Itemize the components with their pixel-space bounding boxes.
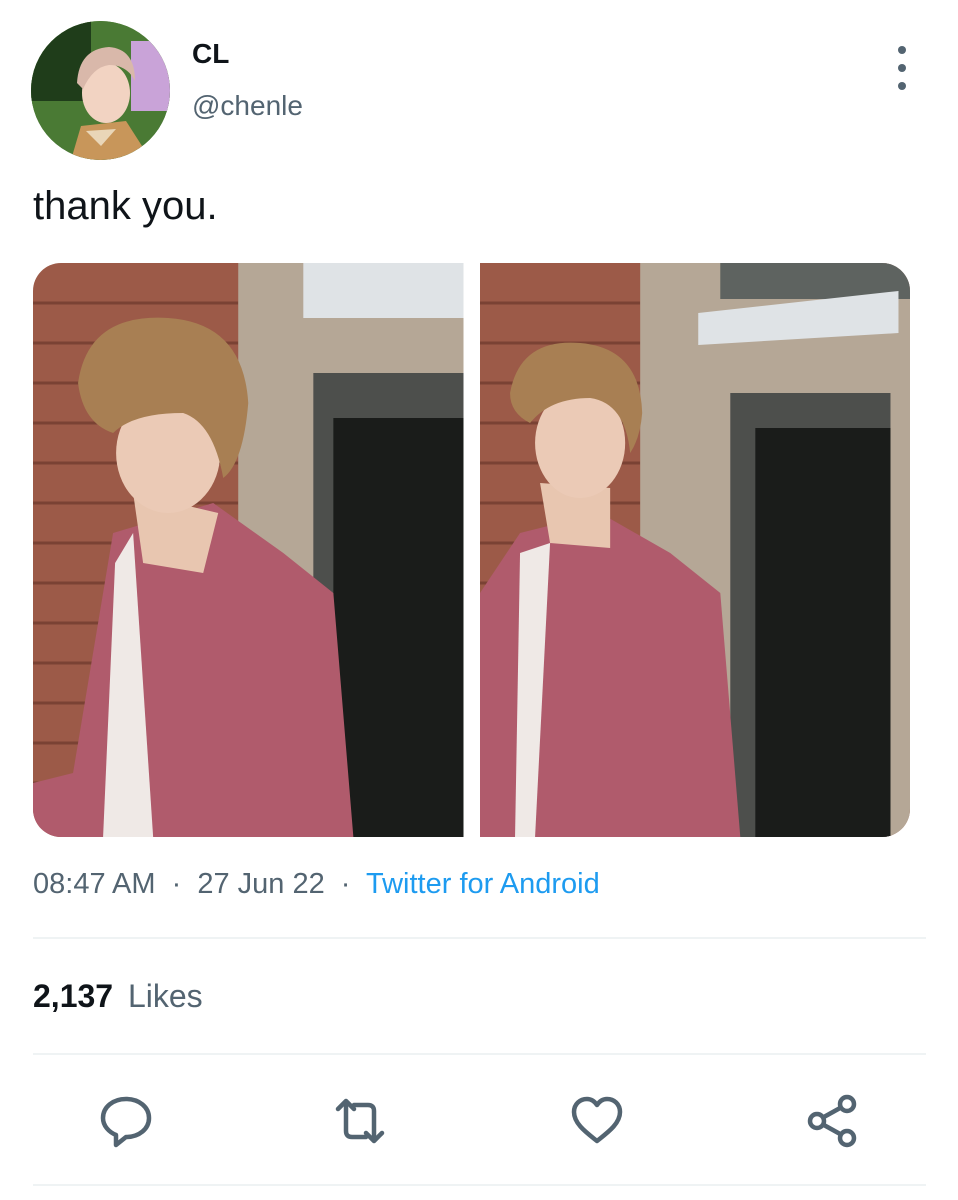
media-grid — [33, 263, 910, 837]
retweet-button[interactable] — [332, 1093, 388, 1149]
tweet-metadata: 08:47 AM · 27 Jun 22 · Twitter for Andro… — [33, 868, 600, 901]
divider — [33, 1184, 926, 1186]
photo-front-view — [479, 263, 910, 837]
share-button[interactable] — [805, 1093, 861, 1149]
more-dot-icon — [898, 82, 906, 90]
reply-button[interactable] — [98, 1093, 154, 1149]
likes-link[interactable]: 2,137 Likes — [33, 978, 203, 1015]
divider — [33, 1053, 926, 1055]
heart-icon — [571, 1096, 623, 1144]
more-dot-icon — [898, 46, 906, 54]
separator: · — [340, 868, 351, 900]
retweet-icon — [335, 1098, 385, 1144]
handle[interactable]: @chenle — [192, 90, 303, 122]
tweet-source-link[interactable]: Twitter for Android — [366, 868, 600, 900]
display-name[interactable]: CL — [192, 38, 229, 70]
media-photo-1[interactable] — [33, 263, 464, 837]
like-button[interactable] — [569, 1093, 625, 1149]
likes-count: 2,137 — [33, 978, 114, 1014]
tweet: CL @chenle thank you. 08:47 AM · 27 Jun … — [0, 0, 958, 1200]
more-dot-icon — [898, 64, 906, 72]
speech-bubble-icon — [100, 1096, 152, 1148]
media-photo-2[interactable] — [479, 263, 910, 837]
share-icon — [807, 1094, 857, 1148]
separator: · — [171, 868, 182, 900]
photo-profile-view — [33, 263, 464, 837]
avatar[interactable] — [31, 21, 170, 160]
avatar-image — [31, 21, 170, 160]
tweet-time: 08:47 AM — [33, 868, 156, 900]
tweet-date: 27 Jun 22 — [197, 868, 325, 900]
tweet-text: thank you. — [33, 184, 218, 228]
more-options-button[interactable] — [885, 46, 919, 90]
divider — [33, 937, 926, 939]
likes-label: Likes — [127, 978, 203, 1014]
